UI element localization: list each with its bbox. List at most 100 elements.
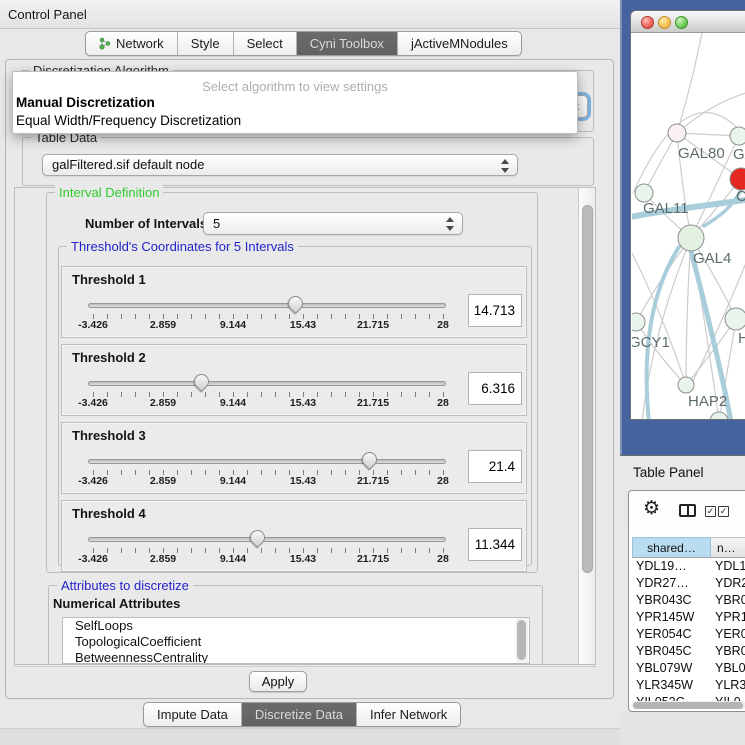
threshold-slider[interactable]: -3.4262.8599.14415.4321.71528 bbox=[88, 345, 446, 417]
table-body: YDL19…YDL1YDR27…YDR2YBR043CYBR0YPR145WYP… bbox=[632, 558, 745, 701]
network-node-hap2[interactable] bbox=[678, 377, 694, 393]
cell-shared-name: YER054C bbox=[632, 626, 711, 643]
network-window-titlebar[interactable] bbox=[631, 11, 745, 33]
network-node-bottom[interactable] bbox=[710, 412, 728, 420]
table-row[interactable]: YDR27…YDR2 bbox=[632, 575, 745, 592]
popup-item-equal-width-frequency[interactable]: Equal Width/Frequency Discretization bbox=[13, 112, 577, 130]
tick-label: 9.144 bbox=[220, 553, 246, 565]
network-window[interactable]: GAL80GACGAL11GAL4GCY1HHAP2 bbox=[630, 10, 745, 420]
algorithm-popup-hint: Select algorithm to view settings bbox=[13, 79, 577, 94]
deselect-all-checkbox-icon[interactable]: ✓ bbox=[718, 506, 729, 517]
numerical-attributes-list[interactable]: SelfLoopsTopologicalCoefficientBetweenne… bbox=[62, 617, 530, 664]
network-graph[interactable]: GAL80GACGAL11GAL4GCY1HHAP2 bbox=[632, 33, 745, 420]
table-row[interactable]: YIL052CYIL0 bbox=[632, 694, 745, 701]
apply-button[interactable]: Apply bbox=[249, 671, 307, 692]
slider-track[interactable] bbox=[88, 381, 446, 386]
column-header-shared-name[interactable]: shared… bbox=[632, 537, 711, 557]
slider-track[interactable] bbox=[88, 537, 446, 542]
cell-name: YER0 bbox=[711, 626, 745, 643]
attribute-list-item[interactable]: TopologicalCoefficient bbox=[63, 634, 529, 650]
threshold-slider[interactable]: -3.4262.8599.14415.4321.71528 bbox=[88, 501, 446, 573]
node-label-red: C bbox=[736, 188, 745, 205]
table-row[interactable]: YPR145WYPR1 bbox=[632, 609, 745, 626]
tick-label: 15.43 bbox=[290, 475, 316, 487]
table-row[interactable]: YBR045CYBR0 bbox=[632, 643, 745, 660]
attribute-list-item[interactable]: SelfLoops bbox=[63, 618, 529, 634]
cell-shared-name: YBL079W bbox=[632, 660, 711, 677]
node-label-gal11: GAL11 bbox=[643, 200, 689, 217]
attribute-list-item[interactable]: BetweennessCentrality bbox=[63, 650, 529, 664]
table-settings-gear-icon[interactable]: ⚙ bbox=[643, 499, 660, 518]
algorithm-popup: Select algorithm to view settings Manual… bbox=[12, 71, 578, 134]
tab-impute-data[interactable]: Impute Data bbox=[144, 703, 242, 726]
tick-label: -3.426 bbox=[78, 397, 108, 409]
threshold-slider[interactable]: -3.4262.8599.14415.4321.71528 bbox=[88, 267, 446, 339]
select-all-checkbox-icon[interactable]: ✓ bbox=[705, 506, 716, 517]
network-node-gal4[interactable] bbox=[678, 225, 704, 251]
tick-label: 21.715 bbox=[357, 553, 389, 565]
tick-label: 2.859 bbox=[150, 475, 176, 487]
top-tab-bar: Network Style Select Cyni Toolbox jActiv… bbox=[85, 31, 522, 56]
table-header-row: shared… n… bbox=[632, 537, 745, 558]
threshold-panel: Threshold 1 -3.4262.8599.14415.4321.7152… bbox=[61, 266, 527, 338]
window-zoom-button[interactable] bbox=[675, 16, 688, 29]
network-node-gcy1[interactable] bbox=[632, 313, 645, 331]
tab-discretize-data[interactable]: Discretize Data bbox=[242, 703, 357, 726]
threshold-value-field[interactable]: 14.713 bbox=[468, 294, 522, 327]
table-panel-title: Table Panel bbox=[633, 465, 704, 480]
tab-cyni-toolbox[interactable]: Cyni Toolbox bbox=[297, 32, 398, 55]
table-panel-window: ⚙ ✓ ✓ shared… n… YDL19…YDL1YDR27…YDR2YBR… bbox=[628, 490, 745, 712]
stepper-icon bbox=[446, 217, 455, 231]
slider-thumb[interactable] bbox=[191, 370, 212, 391]
slider-track[interactable] bbox=[88, 459, 446, 464]
slider-thumb[interactable] bbox=[359, 448, 380, 469]
table-data-combo[interactable]: galFiltered.sif default node bbox=[42, 154, 518, 176]
column-header-name[interactable]: n… bbox=[711, 537, 745, 557]
table-horizontal-scrollbar[interactable] bbox=[632, 701, 745, 709]
table-row[interactable]: YLR345WYLR3 bbox=[632, 677, 745, 694]
tab-style[interactable]: Style bbox=[178, 32, 234, 55]
table-row[interactable]: YER054CYER0 bbox=[632, 626, 745, 643]
network-node-ga[interactable] bbox=[730, 127, 745, 145]
tab-select[interactable]: Select bbox=[234, 32, 297, 55]
tick-label: 9.144 bbox=[220, 475, 246, 487]
attributes-scrollbar[interactable] bbox=[516, 618, 528, 663]
network-node-red[interactable] bbox=[730, 168, 745, 190]
tab-jactivemnodules[interactable]: jActiveMNodules bbox=[398, 32, 521, 55]
network-canvas[interactable]: GAL80GACGAL11GAL4GCY1HHAP2 bbox=[632, 33, 745, 420]
threshold-value-field[interactable]: 21.4 bbox=[468, 450, 522, 483]
slider-track[interactable] bbox=[88, 303, 446, 308]
tick-label: 9.144 bbox=[220, 319, 246, 331]
right-pane-bottom bbox=[620, 712, 745, 745]
network-node-h[interactable] bbox=[725, 308, 745, 330]
split-panel-icon[interactable] bbox=[679, 504, 696, 517]
table-row[interactable]: YBR043CYBR0 bbox=[632, 592, 745, 609]
node-label-gcy1: GCY1 bbox=[632, 334, 670, 351]
node-label-hap2: HAP2 bbox=[688, 393, 727, 410]
window-minimize-button[interactable] bbox=[658, 16, 671, 29]
attributes-scrollbar-thumb[interactable] bbox=[517, 620, 526, 660]
slider-thumb[interactable] bbox=[284, 292, 305, 313]
threshold-value-field[interactable]: 6.316 bbox=[468, 372, 522, 405]
table-row[interactable]: YDL19…YDL1 bbox=[632, 558, 745, 575]
slider-thumb[interactable] bbox=[247, 526, 268, 547]
cell-shared-name: YIL052C bbox=[632, 694, 711, 701]
tick-label: 21.715 bbox=[357, 319, 389, 331]
control-panel-titlebar: Control Panel × bbox=[0, 0, 620, 29]
num-intervals-label: Number of Intervals bbox=[85, 216, 207, 231]
cell-shared-name: YPR145W bbox=[632, 609, 711, 626]
threshold-slider[interactable]: -3.4262.8599.14415.4321.71528 bbox=[88, 423, 446, 495]
network-node-gal80[interactable] bbox=[668, 124, 686, 142]
settings-scrollbar-thumb[interactable] bbox=[582, 205, 593, 573]
window-close-button[interactable] bbox=[641, 16, 654, 29]
threshold-value-field[interactable]: 11.344 bbox=[468, 528, 522, 561]
settings-scrollbar[interactable] bbox=[578, 188, 595, 664]
tab-network-label: Network bbox=[116, 32, 164, 55]
num-intervals-combo[interactable]: 5 bbox=[203, 212, 463, 235]
tab-infer-network[interactable]: Infer Network bbox=[357, 703, 460, 726]
popup-item-manual-discretization[interactable]: Manual Discretization bbox=[13, 94, 577, 112]
table-row[interactable]: YBL079WYBL0 bbox=[632, 660, 745, 677]
tick-label: -3.426 bbox=[78, 319, 108, 331]
table-hscrollbar-thumb[interactable] bbox=[633, 702, 743, 709]
tab-network[interactable]: Network bbox=[86, 32, 178, 55]
